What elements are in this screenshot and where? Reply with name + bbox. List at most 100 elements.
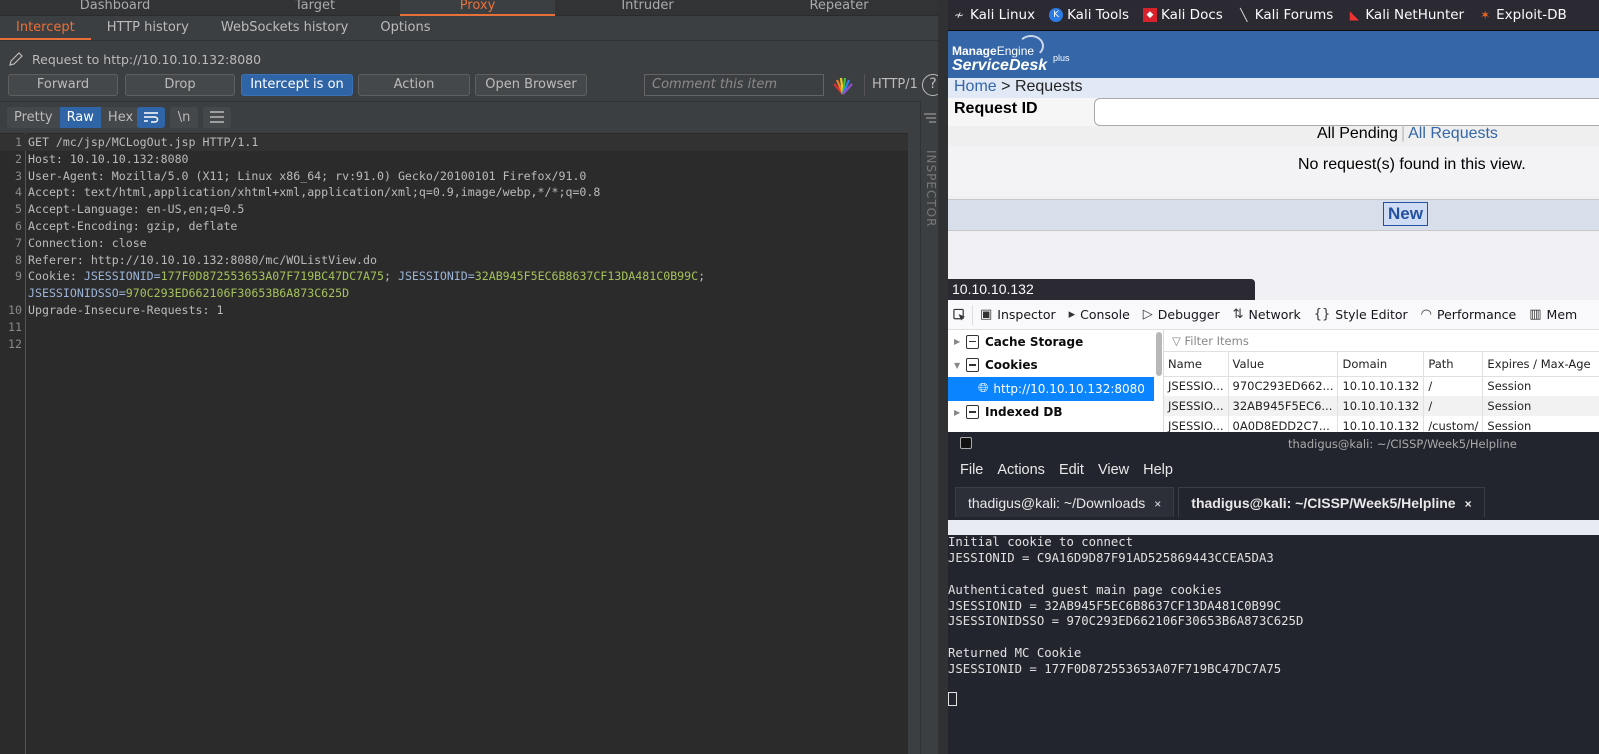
element-picker-button[interactable]: [953, 304, 973, 325]
devtools-tab-network[interactable]: ⇅ Network: [1233, 307, 1301, 322]
subtab-intercept[interactable]: Intercept: [0, 16, 91, 40]
view-pretty[interactable]: Pretty: [7, 107, 60, 128]
cookie-row[interactable]: JSESSIO... 970C293ED662... 10.10.10.132 …: [1164, 376, 1599, 396]
inspector-label[interactable]: INSPECTOR: [920, 150, 938, 227]
devtools-tab-label: Debugger: [1157, 307, 1220, 322]
devtools-tab-memory[interactable]: ▥ Mem: [1529, 307, 1577, 322]
bookmark-exploit-db[interactable]: ✶ Exploit-DB: [1478, 7, 1567, 23]
inspector-menu-icon[interactable]: [924, 113, 936, 123]
cell-expires: Session: [1482, 376, 1599, 396]
bookmark-kali-tools[interactable]: K Kali Tools: [1049, 7, 1129, 23]
cell-value: 970C293ED662...: [1228, 376, 1339, 396]
bookmark-kali-forums[interactable]: ╲ Kali Forums: [1237, 7, 1333, 23]
http-version-label[interactable]: HTTP/1: [872, 77, 918, 92]
column-value[interactable]: Value: [1228, 352, 1339, 377]
line-text: User-Agent: Mozilla/5.0 (X11; Linux x86_…: [28, 168, 587, 183]
subtab-websockets-history[interactable]: WebSockets history: [205, 16, 364, 40]
firefox-window: ≁ Kali Linux K Kali Tools ◆ Kali Docs ╲ Kali…: [938, 0, 1599, 436]
nano-editor-text[interactable]: Initial cookie to connect JESSIONID = C9…: [948, 535, 1303, 678]
line-number: 3: [15, 168, 22, 183]
devtools-tab-inspector[interactable]: ▣ Inspector: [980, 307, 1056, 322]
column-expires[interactable]: Expires / Max-Age: [1482, 352, 1599, 377]
bookmark-kali-docs[interactable]: ◆ Kali Docs: [1143, 7, 1223, 23]
terminal-tab-helpline[interactable]: thadigus@kali: ~/CISSP/Week5/Helpline ×: [1178, 487, 1485, 517]
menu-button[interactable]: [203, 107, 231, 128]
collapse-arrow-icon[interactable]: ▼: [954, 361, 966, 370]
view-all-requests-link[interactable]: All Requests: [1408, 125, 1498, 142]
manageengine-logo[interactable]: ManageEngine: [952, 44, 1034, 58]
tree-scrollbar[interactable]: [1154, 330, 1164, 432]
filter-items-input[interactable]: ▽ Filter Items: [1164, 330, 1599, 352]
cookie-value: 970C293ED662106F30653B6A873C625D: [125, 286, 350, 301]
highlight-color-icon[interactable]: [832, 76, 854, 96]
bookmark-kali-linux[interactable]: ≁ Kali Linux: [952, 7, 1035, 23]
view-all-pending[interactable]: All Pending: [1317, 125, 1398, 142]
subtab-http-history[interactable]: HTTP history: [91, 16, 205, 40]
devtools-tab-performance[interactable]: ◠ Performance: [1421, 307, 1517, 322]
request-editor[interactable]: 1 GET /mc/jsp/MCLogOut.jsp HTTP/1.1 2 Host…: [0, 133, 908, 754]
tree-item-cache-storage[interactable]: ▶ Cache Storage: [948, 330, 1154, 354]
column-name[interactable]: Name: [1164, 352, 1229, 377]
column-domain[interactable]: Domain: [1337, 352, 1425, 377]
cookie-key: JSESSIONID=: [397, 269, 475, 284]
tab-dashboard[interactable]: Dashboard: [0, 0, 230, 16]
tree-label: Cookies: [985, 358, 1038, 373]
cookie-row[interactable]: JSESSIO... 32AB945F5EC6... 10.10.10.132 …: [1164, 396, 1599, 416]
kali-forums-icon: ╲: [1240, 8, 1248, 22]
view-hex[interactable]: Hex: [101, 107, 140, 128]
close-icon[interactable]: ×: [1154, 497, 1161, 511]
code-line: 1 GET /mc/jsp/MCLogOut.jsp HTTP/1.1: [0, 134, 908, 151]
tab-target[interactable]: Target: [230, 0, 400, 16]
action-button[interactable]: Action: [358, 74, 470, 96]
bookmark-kali-nethunter[interactable]: ◣ Kali NetHunter: [1347, 7, 1464, 23]
terminal-tab-downloads[interactable]: thadigus@kali: ~/Downloads ×: [955, 487, 1175, 517]
menu-help[interactable]: Help: [1143, 462, 1173, 478]
tab-intruder[interactable]: Intruder: [555, 0, 740, 16]
intercept-toggle-button[interactable]: Intercept is on: [241, 74, 353, 96]
expand-arrow-icon[interactable]: ▶: [954, 408, 966, 417]
bookmarks-toolbar: ≁ Kali Linux K Kali Tools ◆ Kali Docs ╲ Kali…: [948, 0, 1599, 31]
new-request-button[interactable]: New: [1383, 202, 1428, 226]
tree-item-cookie-origin[interactable]: 🌐︎ http://10.10.10.132:8080: [948, 377, 1154, 401]
view-separator: |: [1400, 125, 1406, 142]
column-path[interactable]: Path: [1423, 352, 1484, 377]
nano-line: JSESSIONID = 32AB945F5EC6B8637CF13DA481C…: [948, 598, 1282, 613]
cell-path: /: [1423, 396, 1484, 416]
code-line: 11: [0, 319, 908, 336]
comment-input[interactable]: Comment this item: [644, 74, 824, 96]
storage-tree: ▶ Cache Storage ▼ Cookies 🌐︎ http://10.10.1…: [948, 330, 1154, 432]
bookmark-label: Kali Tools: [1067, 7, 1129, 23]
breadcrumb-home-link[interactable]: Home: [954, 78, 997, 95]
request-code[interactable]: 1 GET /mc/jsp/MCLogOut.jsp HTTP/1.1 2 Host…: [0, 134, 908, 352]
view-raw[interactable]: Raw: [59, 107, 101, 128]
divider: [0, 101, 920, 102]
tree-item-indexed-db[interactable]: ▶ Indexed DB: [948, 401, 1154, 425]
open-browser-button[interactable]: Open Browser: [475, 74, 587, 96]
menu-view[interactable]: View: [1098, 462, 1129, 478]
nano-line: JSESSIONID = 177F0D872553653A07F719BC47D…: [948, 662, 1282, 677]
menu-edit[interactable]: Edit: [1059, 462, 1084, 478]
bookmark-label: Exploit-DB: [1496, 7, 1567, 23]
wrap-lines-button[interactable]: [137, 107, 165, 128]
menu-actions[interactable]: Actions: [997, 462, 1045, 478]
drop-button[interactable]: Drop: [125, 74, 235, 96]
servicedesk-logo[interactable]: ServiceDesk: [952, 57, 1047, 75]
forward-button[interactable]: Forward: [8, 74, 118, 96]
subtab-options[interactable]: Options: [364, 16, 446, 40]
devtools-tab-debugger[interactable]: ▷ Debugger: [1143, 307, 1220, 322]
close-icon[interactable]: ×: [1465, 497, 1472, 511]
line-text: GET /mc/jsp/MCLogOut.jsp HTTP/1.1: [28, 135, 259, 149]
request-id-input[interactable]: [1094, 98, 1599, 126]
memory-icon: ▥: [1529, 307, 1542, 322]
show-newlines-button[interactable]: \n: [170, 107, 198, 128]
tree-item-cookies[interactable]: ▼ Cookies: [948, 354, 1154, 378]
text-cursor: [948, 692, 957, 706]
devtools-tab-style-editor[interactable]: {} Style Editor: [1314, 307, 1408, 322]
menu-file[interactable]: File: [960, 462, 983, 478]
line-number: 9: [15, 269, 22, 284]
editor-scrollbar[interactable]: [910, 133, 920, 754]
devtools-tab-console[interactable]: ▸ Console: [1069, 307, 1130, 322]
tab-proxy[interactable]: Proxy: [400, 0, 555, 16]
tab-repeater[interactable]: Repeater: [740, 0, 938, 16]
expand-arrow-icon[interactable]: ▶: [954, 337, 966, 346]
